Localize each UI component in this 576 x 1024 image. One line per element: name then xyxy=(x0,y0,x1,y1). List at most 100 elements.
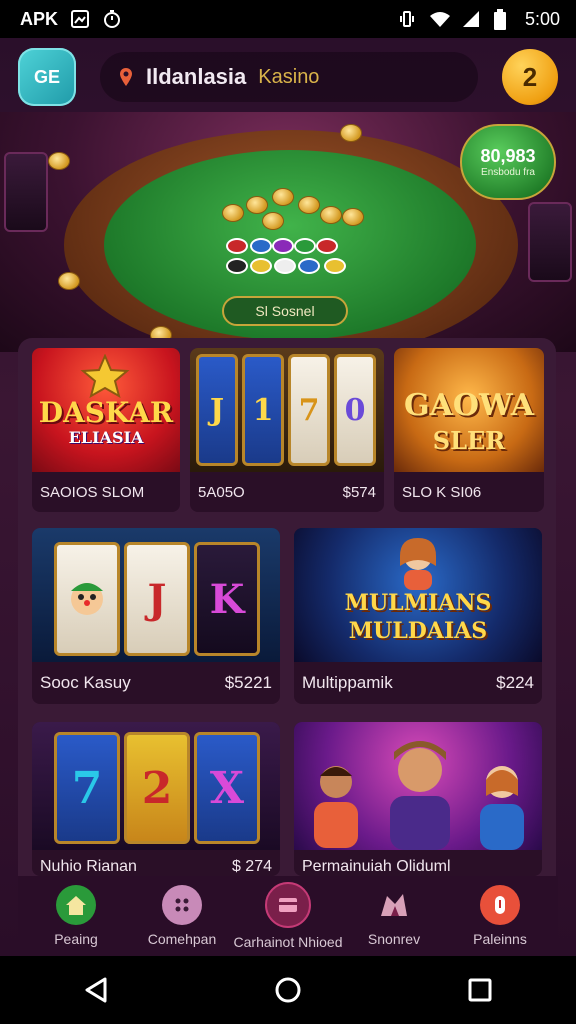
casino-app: Sl Sosnel 80,983 Ensbodu fra GE Ildanlas… xyxy=(0,38,576,956)
game-thumbnail: J 1 7 0 xyxy=(190,348,384,472)
game-card[interactable]: J K Sooc Kasuy $5221 xyxy=(32,528,280,704)
gold-coin-icon xyxy=(222,204,244,222)
gold-coin-icon xyxy=(342,208,364,226)
game-name: Nuhio Rianan xyxy=(40,858,137,875)
game-footer: Multippamik $224 xyxy=(294,662,542,704)
game-thumbnail: J K xyxy=(32,528,280,662)
slot-reel: 2 xyxy=(124,732,190,844)
game-card[interactable]: GAOWA SLER SLO K SI06 xyxy=(394,348,544,512)
poker-chip-icon xyxy=(298,258,320,274)
profile-icon xyxy=(480,885,520,925)
nav-item-games[interactable]: Comehpan xyxy=(132,885,232,947)
game-price: $5221 xyxy=(224,673,272,692)
gold-coin-icon xyxy=(298,196,320,214)
game-art-subtitle: SLER xyxy=(432,426,506,455)
slot-machine-decoration xyxy=(528,202,572,282)
wifi-icon xyxy=(429,9,450,29)
signal-icon xyxy=(461,9,481,29)
game-card[interactable]: MULMIANS MULDAIAS Multippamik $224 xyxy=(294,528,542,704)
location-pin-icon xyxy=(118,67,134,87)
game-thumbnail xyxy=(294,722,542,850)
game-footer: Permainuiah Oliduml xyxy=(294,850,542,876)
slot-machine-decoration xyxy=(4,152,48,232)
app-subtitle: Kasino xyxy=(258,65,320,88)
battery-icon xyxy=(493,9,513,30)
gold-coin-icon xyxy=(340,124,362,142)
game-card[interactable]: Permainuiah Oliduml xyxy=(294,722,542,876)
game-card[interactable]: J 1 7 0 5A05O $574 xyxy=(190,348,384,512)
poker-chip-icon xyxy=(274,258,296,274)
game-price: $574 xyxy=(342,483,376,501)
game-name: SLO K SI06 xyxy=(402,483,482,501)
nav-item-home[interactable]: Peaing xyxy=(26,885,126,947)
image-icon xyxy=(70,9,90,29)
poker-chip-icon xyxy=(272,238,294,254)
nav-label: Paleinns xyxy=(473,931,527,947)
home-button-icon[interactable] xyxy=(268,970,308,1010)
poker-chip-icon xyxy=(226,238,248,254)
game-name: Sooc Kasuy xyxy=(40,673,131,692)
poker-chip-icon xyxy=(294,238,316,254)
game-thumbnail: MULMIANS MULDAIAS xyxy=(294,528,542,662)
person-icon xyxy=(314,766,358,848)
game-footer: Nuhio Rianan $ 274 xyxy=(32,850,280,876)
game-art-title: MULMIANS xyxy=(344,590,492,616)
bottom-nav: Peaing Comehpan Carhainot Nhioed Snonrev… xyxy=(18,876,558,956)
nav-label: Snonrev xyxy=(367,931,421,947)
system-nav-bar xyxy=(0,956,576,1024)
slot-reel: 0 xyxy=(334,354,376,466)
nav-item-social[interactable]: Snonrev xyxy=(344,885,444,947)
star-icon xyxy=(80,354,130,398)
slot-reel: 7 xyxy=(54,732,120,844)
person-icon xyxy=(390,741,450,850)
poker-chip-icon xyxy=(226,258,248,274)
gold-coin-icon xyxy=(58,272,80,290)
balance-label: Ensbodu fra xyxy=(481,167,535,178)
gold-coin-icon xyxy=(246,196,268,214)
games-grid: DASKAR ELIASIA SAOIOS SLOM J 1 7 0 5A05O… xyxy=(18,338,556,898)
nav-label: Carhainot Nhioed xyxy=(233,934,343,950)
game-thumbnail: DASKAR ELIASIA xyxy=(32,348,180,472)
cards-icon xyxy=(265,882,311,928)
game-card[interactable]: 7 2 X Nuhio Rianan $ 274 xyxy=(32,722,280,876)
dice-icon xyxy=(162,885,202,925)
game-name: Multippamik xyxy=(302,673,393,692)
avatar[interactable]: 2 xyxy=(502,49,558,105)
back-icon[interactable] xyxy=(76,970,116,1010)
slot-reel: X xyxy=(194,732,260,844)
game-art-title: DASKAR xyxy=(38,396,174,429)
table-action-button[interactable]: Sl Sosnel xyxy=(222,296,348,326)
game-card[interactable]: DASKAR ELIASIA SAOIOS SLOM xyxy=(32,348,180,512)
home-icon xyxy=(56,885,96,925)
game-price: $ 274 xyxy=(231,858,272,875)
game-name: SAOIOS SLOM xyxy=(40,483,145,501)
gold-coin-icon xyxy=(48,152,70,170)
balance-badge[interactable]: 80,983 Ensbodu fra xyxy=(460,124,556,200)
game-name: Permainuiah Oliduml xyxy=(302,858,451,875)
app-header: GE Ildanlasia Kasino 2 xyxy=(0,38,576,116)
slot-reel: J xyxy=(196,354,238,466)
poker-chip-icon xyxy=(324,258,346,274)
hero-banner[interactable]: Sl Sosnel 80,983 Ensbodu fra xyxy=(0,112,576,352)
balance-amount: 80,983 xyxy=(480,146,536,166)
title-bar[interactable]: Ildanlasia Kasino xyxy=(100,52,478,102)
nav-item-profile[interactable]: Paleinns xyxy=(450,885,550,947)
nav-label: Comehpan xyxy=(147,931,217,947)
gold-coin-icon xyxy=(320,206,342,224)
recents-icon[interactable] xyxy=(460,970,500,1010)
game-art-subtitle: ELIASIA xyxy=(68,428,144,447)
vibrate-icon xyxy=(397,9,417,29)
gold-coin-icon xyxy=(262,212,284,230)
hands-icon xyxy=(374,885,414,925)
timer-icon xyxy=(102,9,122,29)
game-price: $224 xyxy=(496,673,534,692)
gold-coin-icon xyxy=(272,188,294,206)
slot-reel: K xyxy=(194,542,260,656)
nav-item-cards[interactable]: Carhainot Nhioed xyxy=(234,882,342,950)
app-logo-button[interactable]: GE xyxy=(18,48,76,106)
app-title: Ildanlasia xyxy=(146,64,247,89)
game-footer: 5A05O $574 xyxy=(190,472,384,512)
slot-reel xyxy=(54,542,120,656)
game-art-subtitle: MULDAIAS xyxy=(348,618,488,644)
status-bar: APK 5:00 xyxy=(0,0,576,38)
